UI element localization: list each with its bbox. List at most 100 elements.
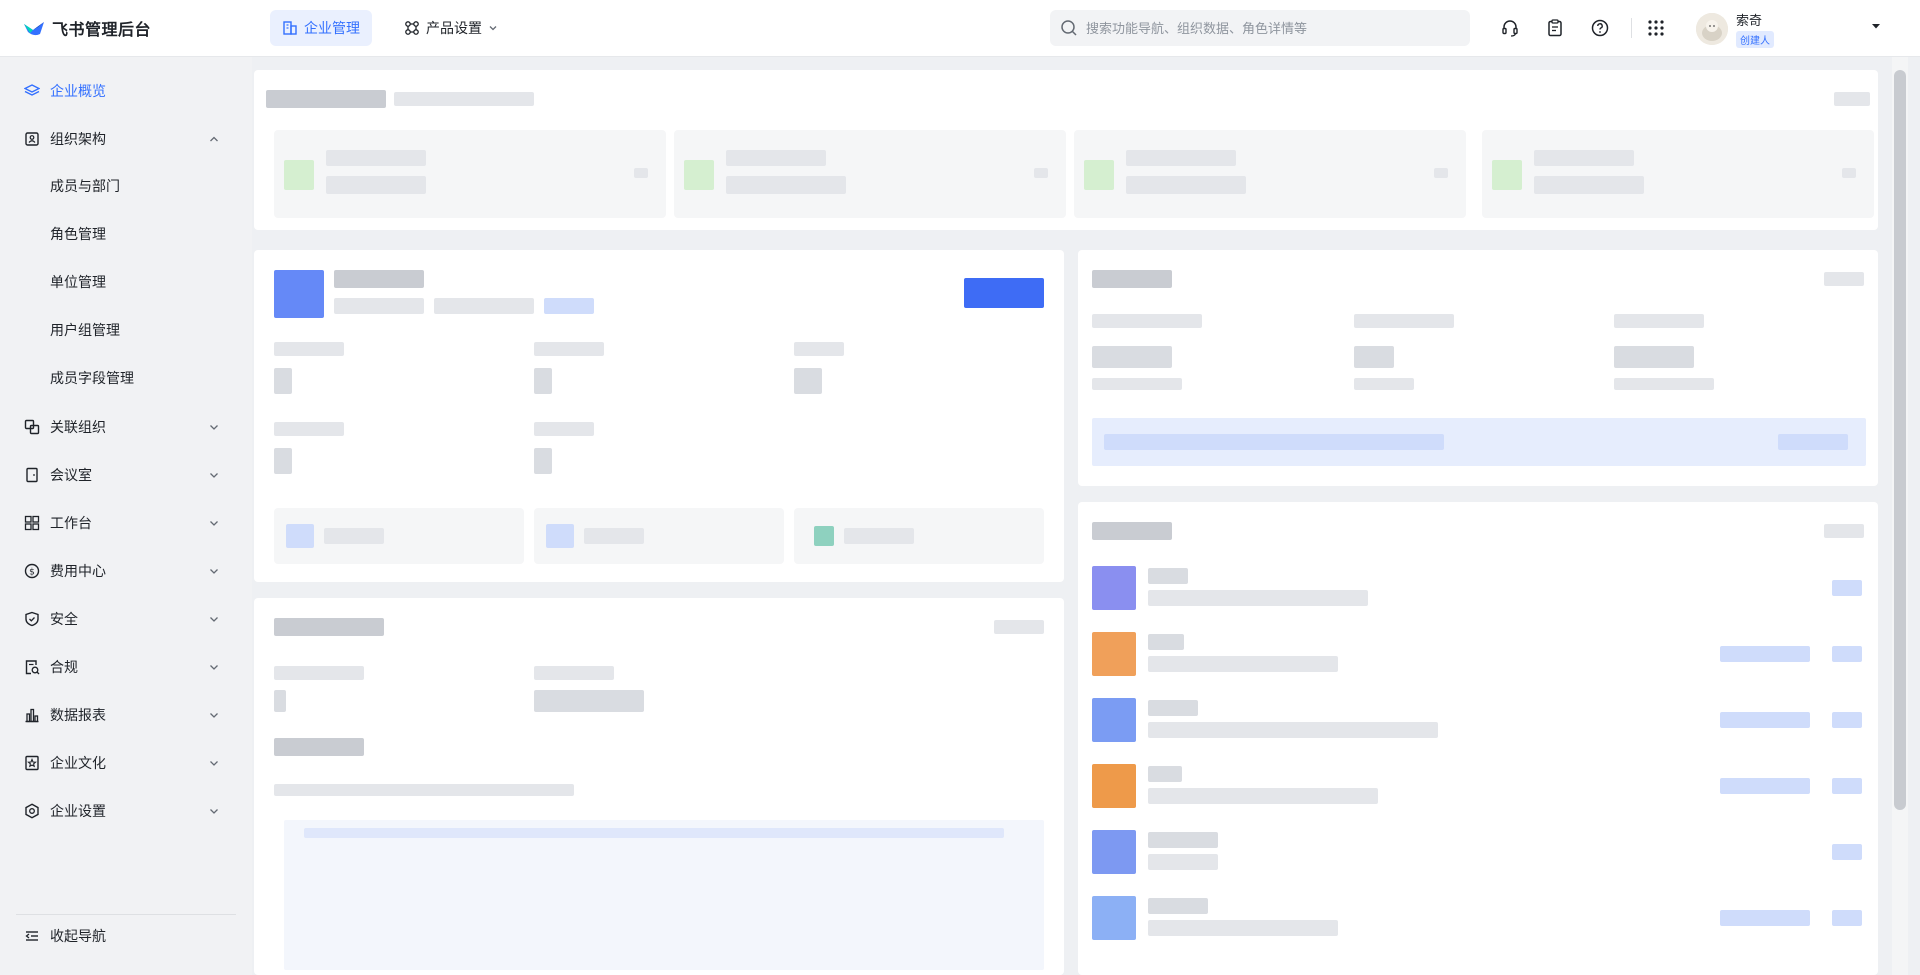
sidebar-divider <box>16 914 236 915</box>
chevron-down-icon <box>210 617 218 622</box>
top-bar: 飞书管理后台 企业管理 产品设置 索奇 创建人 <box>0 0 1920 56</box>
headset-icon <box>1502 20 1518 37</box>
stat-tile[interactable] <box>674 130 1066 218</box>
list-item[interactable] <box>1092 826 1866 882</box>
stat-tile[interactable] <box>1482 130 1874 218</box>
chevron-down-icon <box>210 665 218 670</box>
stat-tile[interactable] <box>1074 130 1466 218</box>
sidebar-item-compliance[interactable]: 合规 <box>16 647 236 687</box>
app-title: 飞书管理后台 <box>52 22 152 39</box>
sidebar-item-label: 费用中心 <box>50 563 106 579</box>
sidebar-item-label: 会议室 <box>50 467 92 483</box>
app-list-card <box>1078 502 1878 975</box>
customer-service-button[interactable] <box>1496 14 1524 42</box>
sidebar-item-label: 关联组织 <box>50 419 106 435</box>
sidebar-subitem-member-fields[interactable]: 成员字段管理 <box>50 360 134 396</box>
search-input[interactable] <box>1086 20 1446 36</box>
app-logo[interactable]: 飞书管理后台 <box>22 16 242 40</box>
enterprise-info-card <box>254 250 1064 582</box>
sidebar: 企业概览 组织架构 成员与部门 角色管理 单位管理 用户组管理 成员字段管理 关… <box>0 56 252 975</box>
chevron-down-icon <box>210 809 218 814</box>
sidebar-subitem-units[interactable]: 单位管理 <box>50 264 106 300</box>
chevron-down-icon <box>210 713 218 718</box>
user-menu[interactable]: 索奇 创建人 <box>1696 10 1774 48</box>
sidebar-item-security[interactable]: 安全 <box>16 599 236 639</box>
dollar-icon: $ <box>24 563 40 579</box>
sidebar-subitem-usergroups[interactable]: 用户组管理 <box>50 312 120 348</box>
quick-action-tile[interactable] <box>534 508 784 564</box>
divider <box>1631 18 1632 38</box>
sidebar-item-workplace[interactable]: 工作台 <box>16 503 236 543</box>
help-button[interactable] <box>1586 14 1614 42</box>
feishu-logo-icon <box>24 22 44 36</box>
caret-down-icon[interactable] <box>1870 20 1882 32</box>
sidebar-item-culture[interactable]: 企业文化 <box>16 743 236 783</box>
quick-action-tile[interactable] <box>274 508 524 564</box>
sidebar-item-reports[interactable]: 数据报表 <box>16 695 236 735</box>
sidebar-subitem-members[interactable]: 成员与部门 <box>50 168 120 204</box>
product-settings-icon <box>405 21 419 35</box>
chevron-down-icon <box>489 26 497 31</box>
tasks-button[interactable] <box>1541 14 1569 42</box>
stat-tile[interactable] <box>274 130 666 218</box>
sidebar-item-linked-org[interactable]: 关联组织 <box>16 407 236 447</box>
door-icon <box>26 467 38 483</box>
avatar <box>1696 13 1728 45</box>
role-badge: 创建人 <box>1736 31 1774 48</box>
chevron-down-icon <box>210 761 218 766</box>
list-item[interactable] <box>1092 694 1866 750</box>
tab-label: 产品设置 <box>426 20 482 36</box>
upgrade-button[interactable] <box>964 278 1044 308</box>
layers-icon <box>24 84 40 96</box>
collapse-label: 收起导航 <box>50 928 106 944</box>
list-item[interactable] <box>1092 760 1866 816</box>
shield-icon <box>25 611 39 627</box>
sidebar-item-label: 企业概览 <box>50 83 106 99</box>
chevron-down-icon <box>210 569 218 574</box>
svg-text:$: $ <box>29 567 35 577</box>
sidebar-item-label: 工作台 <box>50 515 92 531</box>
tab-product-settings[interactable]: 产品设置 <box>392 10 510 46</box>
list-item[interactable] <box>1092 892 1866 948</box>
collapse-icon <box>25 931 38 941</box>
chart-area <box>284 820 1044 970</box>
overview-summary-card <box>254 70 1878 230</box>
top-actions <box>1496 14 1687 42</box>
help-icon <box>1591 19 1609 37</box>
search-icon <box>1061 20 1077 36</box>
chevron-down-icon <box>210 425 218 430</box>
sidebar-item-overview[interactable]: 企业概览 <box>16 71 236 111</box>
tab-enterprise-management[interactable]: 企业管理 <box>270 10 372 46</box>
scrollbar[interactable] <box>1894 70 1906 810</box>
sidebar-item-settings[interactable]: 企业设置 <box>16 791 236 831</box>
app-launcher-button[interactable] <box>1642 14 1670 42</box>
global-search[interactable] <box>1050 10 1470 46</box>
settings-icon <box>25 803 39 819</box>
link-org-icon <box>24 419 40 435</box>
sidebar-item-label: 企业设置 <box>50 803 106 819</box>
collapse-nav-button[interactable]: 收起导航 <box>24 926 106 946</box>
grid-icon <box>24 515 40 531</box>
clipboard-icon <box>1548 19 1562 37</box>
sidebar-item-meeting-room[interactable]: 会议室 <box>16 455 236 495</box>
tab-label: 企业管理 <box>304 20 360 36</box>
chevron-down-icon <box>210 521 218 526</box>
building-icon <box>283 21 297 35</box>
apps-grid-icon <box>1648 20 1664 36</box>
org-icon <box>25 132 39 146</box>
sidebar-item-label: 组织架构 <box>50 131 106 147</box>
chevron-up-icon <box>210 136 218 142</box>
chevron-down-icon <box>210 473 218 478</box>
sidebar-item-label: 数据报表 <box>50 707 106 723</box>
license-card <box>1078 250 1878 486</box>
activity-card <box>254 598 1064 975</box>
culture-icon <box>25 755 39 771</box>
user-name: 索奇 <box>1736 13 1763 28</box>
sidebar-item-org[interactable]: 组织架构 <box>16 119 236 159</box>
sidebar-item-billing[interactable]: $ 费用中心 <box>16 551 236 591</box>
list-item[interactable] <box>1092 562 1866 618</box>
sidebar-subitem-roles[interactable]: 角色管理 <box>50 216 106 252</box>
compliance-icon <box>25 660 40 675</box>
quick-action-tile[interactable] <box>794 508 1044 564</box>
list-item[interactable] <box>1092 628 1866 684</box>
